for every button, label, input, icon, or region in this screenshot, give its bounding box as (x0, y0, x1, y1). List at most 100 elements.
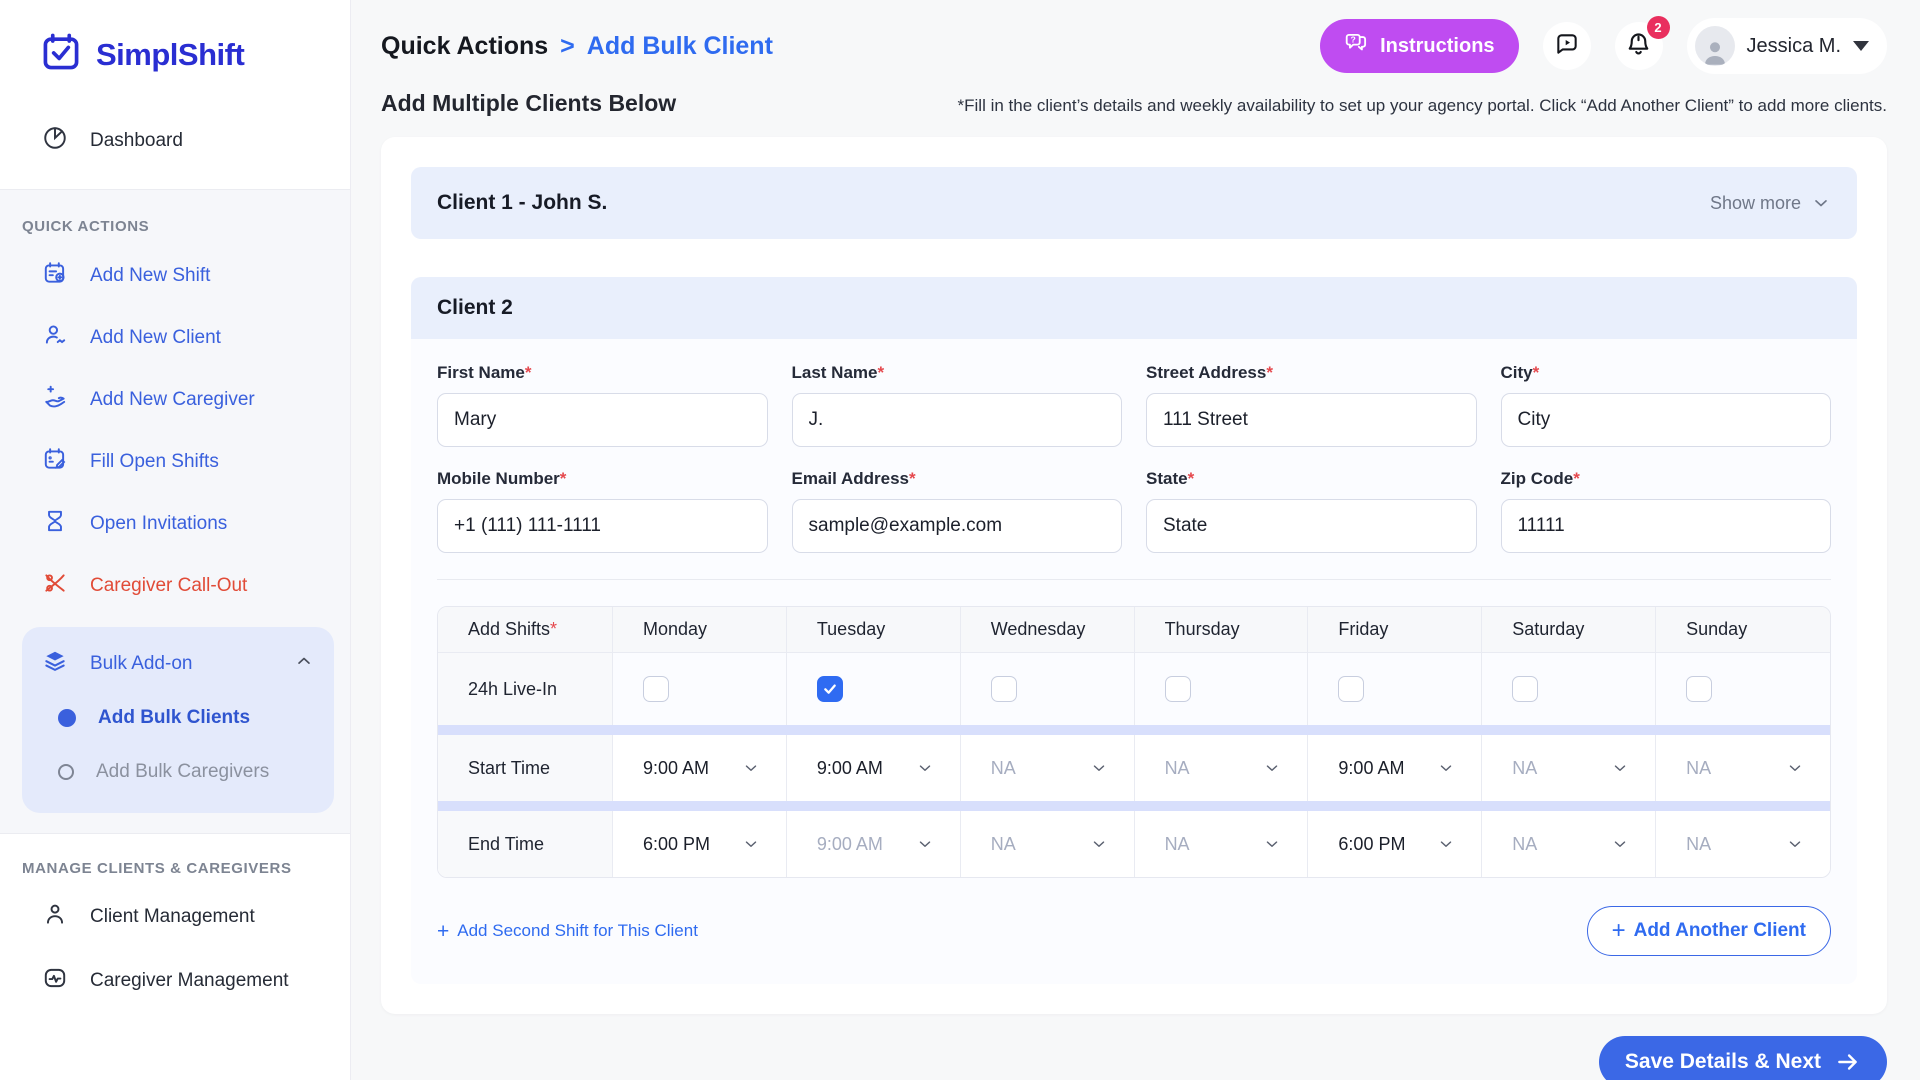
day-header-monday: Monday (613, 607, 787, 652)
sidebar-item-client-management[interactable]: Client Management (0, 885, 350, 949)
client-1-header[interactable]: Client 1 - John S. Show more (411, 167, 1857, 239)
pie-chart-icon (42, 125, 68, 157)
state-input[interactable] (1146, 499, 1477, 553)
plus-icon: + (437, 921, 449, 942)
required-mark: * (1533, 363, 1540, 382)
instructions-button[interactable]: ? Instructions (1320, 19, 1518, 73)
sidebar-item-caregiver-management[interactable]: Caregiver Management (0, 949, 350, 1013)
live-in-checkbox-saturday[interactable] (1512, 676, 1538, 702)
chat-play-icon (1554, 31, 1580, 62)
brand-name: SimplShift (96, 37, 244, 73)
sidebar-item-add-new-client[interactable]: Add New Client (0, 307, 350, 369)
zip-code-label: Zip Code* (1501, 469, 1832, 489)
required-mark: * (1573, 469, 1580, 488)
end-time-dropdown-tuesday[interactable]: 9:00 AM (787, 811, 961, 877)
sidebar-item-bulk-add-on[interactable]: Bulk Add-on (22, 637, 334, 691)
start-time-dropdown-thursday[interactable]: NA (1135, 735, 1309, 801)
sidebar-item-label: Caregiver Management (90, 970, 289, 992)
street-address-field: Street Address* (1146, 363, 1477, 447)
sidebar-item-label: Fill Open Shifts (90, 451, 219, 473)
client-2-header: Client 2 (411, 277, 1857, 339)
end-time-dropdown-saturday[interactable]: NA (1482, 811, 1656, 877)
layers-icon (42, 648, 68, 680)
sidebar-item-label: Open Invitations (90, 513, 227, 535)
chevron-down-icon (1263, 835, 1281, 853)
sidebar-item-add-new-caregiver[interactable]: Add New Caregiver (0, 369, 350, 431)
sidebar-item-label: Add New Caregiver (90, 389, 255, 411)
chevron-up-icon[interactable] (294, 651, 314, 677)
end-time-dropdown-thursday[interactable]: NA (1135, 811, 1309, 877)
live-in-checkbox-monday[interactable] (643, 676, 669, 702)
row-separator (438, 725, 1830, 735)
client-details-fields: First Name* Last Name* Street Address* C… (437, 363, 1831, 553)
start-time-dropdown-tuesday[interactable]: 9:00 AM (787, 735, 961, 801)
street-address-input[interactable] (1146, 393, 1477, 447)
last-name-input[interactable] (792, 393, 1123, 447)
brand-logo: SimplShift (0, 0, 350, 79)
end-time-dropdown-sunday[interactable]: NA (1656, 811, 1830, 877)
user-menu[interactable]: Jessica M. (1687, 18, 1887, 74)
call-out-icon (42, 570, 68, 602)
start-time-dropdown-wednesday[interactable]: NA (961, 735, 1135, 801)
first-name-input[interactable] (437, 393, 768, 447)
calendar-plus-icon (42, 260, 68, 292)
live-in-checkbox-wednesday[interactable] (991, 676, 1017, 702)
add-another-client-button[interactable]: + Add Another Client (1587, 906, 1831, 956)
chevron-down-icon (1786, 835, 1804, 853)
start-time-dropdown-saturday[interactable]: NA (1482, 735, 1656, 801)
svg-text:?: ? (1351, 35, 1356, 45)
sidebar-item-label: Add Bulk Caregivers (96, 761, 269, 783)
header-actions: ? Instructions 2 Jessica M. (1320, 18, 1887, 74)
day-header-thursday: Thursday (1135, 607, 1309, 652)
city-input[interactable] (1501, 393, 1832, 447)
first-name-field: First Name* (437, 363, 768, 447)
active-dot-icon (58, 709, 76, 727)
save-details-button[interactable]: Save Details & Next (1599, 1036, 1887, 1080)
chevron-down-icon (1611, 835, 1629, 853)
zip-code-input[interactable] (1501, 499, 1832, 553)
chevron-down-icon (1437, 835, 1455, 853)
row-separator (438, 801, 1830, 811)
sidebar-item-add-new-shift[interactable]: Add New Shift (0, 245, 350, 307)
breadcrumb-current: Add Bulk Client (587, 32, 773, 61)
sidebar-item-label: Dashboard (90, 130, 183, 152)
chat-button[interactable] (1543, 22, 1591, 70)
end-time-dropdown-wednesday[interactable]: NA (961, 811, 1135, 877)
quick-actions-header: QUICK ACTIONS (0, 218, 350, 235)
end-time-dropdown-monday[interactable]: 6:00 PM (613, 811, 787, 877)
sidebar-item-add-bulk-clients[interactable]: Add Bulk Clients (22, 691, 334, 745)
section-divider (437, 579, 1831, 580)
add-second-shift-link[interactable]: + Add Second Shift for This Client (437, 921, 698, 942)
start-time-dropdown-monday[interactable]: 9:00 AM (613, 735, 787, 801)
notifications-button[interactable]: 2 (1615, 22, 1663, 70)
sidebar-item-dashboard[interactable]: Dashboard (42, 125, 350, 157)
sidebar-item-open-invitations[interactable]: Open Invitations (0, 493, 350, 555)
main-content: Quick Actions > Add Bulk Client ? Instru… (351, 0, 1920, 1080)
arrow-right-icon (1835, 1049, 1861, 1075)
end-time-dropdown-friday[interactable]: 6:00 PM (1308, 811, 1482, 877)
show-more-label: Show more (1710, 193, 1801, 214)
live-in-checkbox-tuesday[interactable] (817, 676, 843, 702)
mobile-number-input[interactable] (437, 499, 768, 553)
add-another-client-label: Add Another Client (1634, 920, 1806, 942)
chevron-down-icon (742, 759, 760, 777)
sidebar-item-add-bulk-caregivers[interactable]: Add Bulk Caregivers (22, 745, 334, 799)
instructions-label: Instructions (1380, 35, 1494, 58)
breadcrumb-parent[interactable]: Quick Actions (381, 32, 548, 61)
page-title: Add Multiple Clients Below (381, 90, 676, 117)
show-more-button[interactable]: Show more (1710, 193, 1831, 214)
save-label: Save Details & Next (1625, 1050, 1821, 1074)
sidebar-item-label: Add New Shift (90, 265, 210, 287)
add-shifts-header-cell: Add Shifts* (438, 607, 613, 652)
start-time-dropdown-sunday[interactable]: NA (1656, 735, 1830, 801)
start-time-dropdown-friday[interactable]: 9:00 AM (1308, 735, 1482, 801)
email-address-input[interactable] (792, 499, 1123, 553)
live-in-checkbox-friday[interactable] (1338, 676, 1364, 702)
state-label: State* (1146, 469, 1477, 489)
live-in-checkbox-sunday[interactable] (1686, 676, 1712, 702)
save-row: Save Details & Next (381, 1036, 1887, 1080)
live-in-checkbox-thursday[interactable] (1165, 676, 1191, 702)
sidebar-item-caregiver-call-out[interactable]: Caregiver Call-Out (0, 555, 350, 617)
sidebar-item-fill-open-shifts[interactable]: Fill Open Shifts (0, 431, 350, 493)
required-mark: * (1188, 469, 1195, 488)
